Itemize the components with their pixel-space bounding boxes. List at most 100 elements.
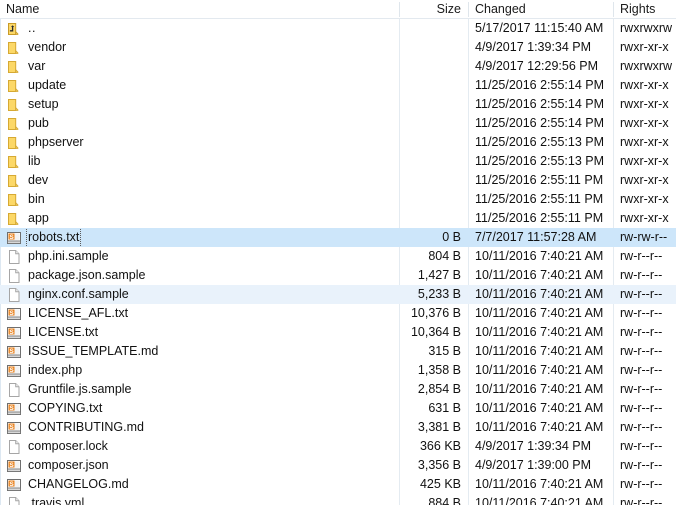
- file-rights-label: rw-r--r--: [620, 477, 663, 491]
- file-changed-label: 10/11/2016 7:40:21 AM: [475, 325, 604, 339]
- file-row-changed-cell: 10/11/2016 7:40:21 AM: [468, 266, 613, 285]
- file-row-name-cell[interactable]: composer.lock: [0, 437, 399, 456]
- file-row-size-cell: 315 B: [399, 342, 468, 361]
- file-row[interactable]: S ISSUE_TEMPLATE.md 315 B 10/11/2016 7:40:2…: [0, 342, 676, 361]
- file-row-size-cell: [399, 19, 468, 38]
- file-row[interactable]: Sindex.php 1,358 B 10/11/2016 7:40:21 AM rw…: [0, 361, 676, 380]
- file-row-size-cell: [399, 133, 468, 152]
- file-row[interactable]: S LICENSE.txt 10,364 B 10/11/2016 7:40:21 A…: [0, 323, 676, 342]
- file-row-name-cell[interactable]: S COPYING.txt: [0, 399, 399, 418]
- file-row-size-cell: [399, 95, 468, 114]
- file-row[interactable]: Gruntfile.js.sample 2,854 B 10/11/2016 7:4…: [0, 380, 676, 399]
- file-row[interactable]: setup 11/25/2016 2:55:14 PM rwxr-xr-x: [0, 95, 676, 114]
- file-row-rights-cell: rw-r--r--: [613, 361, 676, 380]
- file-row-name-cell[interactable]: lib: [0, 152, 399, 171]
- file-rights-label: rw-r--r--: [620, 496, 663, 505]
- file-row[interactable]: S CONTRIBUTING.md 3,381 B 10/11/2016 7:40:2…: [0, 418, 676, 437]
- file-row-name-cell[interactable]: S ISSUE_TEMPLATE.md: [0, 342, 399, 361]
- file-row-name-cell[interactable]: setup: [0, 95, 399, 114]
- file-row-rights-cell: rwxr-xr-x: [613, 171, 676, 190]
- file-row-name-cell[interactable]: S LICENSE.txt: [0, 323, 399, 342]
- file-rights-label: rw-r--r--: [620, 420, 663, 434]
- file-row[interactable]: dev 11/25/2016 2:55:11 PM rwxr-xr-x: [0, 171, 676, 190]
- file-row-changed-cell: 4/9/2017 1:39:34 PM: [468, 38, 613, 57]
- folder-icon: [6, 211, 22, 227]
- file-row-name-cell[interactable]: Sindex.php: [0, 361, 399, 380]
- file-row[interactable]: S COPYING.txt 631 B 10/11/2016 7:40:21 AM rw…: [0, 399, 676, 418]
- file-row[interactable]: app 11/25/2016 2:55:11 PM rwxr-xr-x: [0, 209, 676, 228]
- folder-icon: [6, 97, 22, 113]
- folder-icon: [6, 116, 22, 132]
- file-row[interactable]: nginx.conf.sample 5,233 B 10/11/2016 7:40:…: [0, 285, 676, 304]
- file-size-label: 425 KB: [419, 477, 461, 491]
- file-rights-label: rwxr-xr-x: [620, 78, 669, 92]
- file-name-label: dev: [28, 173, 49, 187]
- file-row-name-cell[interactable]: dev: [0, 171, 399, 190]
- file-row[interactable]: composer.lock 366 KB 4/9/2017 1:39:34 PM rw…: [0, 437, 676, 456]
- file-name-label: nginx.conf.sample: [28, 287, 129, 301]
- file-row[interactable]: .. 5/17/2017 11:15:40 AM rwxrwxrw: [0, 19, 676, 38]
- file-row[interactable]: .travis.yml 884 B 10/11/2016 7:40:21 AM rw-…: [0, 494, 676, 505]
- file-row-name-cell[interactable]: S LICENSE_AFL.txt: [0, 304, 399, 323]
- folder-icon: [6, 40, 22, 56]
- column-header-changed[interactable]: Changed: [468, 0, 613, 19]
- file-row-name-cell[interactable]: bin: [0, 190, 399, 209]
- file-row[interactable]: var 4/9/2017 12:29:56 PM rwxrwxrw: [0, 57, 676, 76]
- file-row-name-cell[interactable]: package.json.sample: [0, 266, 399, 285]
- file-rights-label: rwxr-xr-x: [620, 192, 669, 206]
- column-header-name[interactable]: Name: [0, 0, 399, 19]
- file-row-name-cell[interactable]: update: [0, 76, 399, 95]
- file-row[interactable]: Scomposer.json 3,356 B 4/9/2017 1:39:00 PM…: [0, 456, 676, 475]
- column-header-row: Name Size Changed Rights: [0, 0, 676, 19]
- file-row-name-cell[interactable]: Gruntfile.js.sample: [0, 380, 399, 399]
- file-row[interactable]: Srobots.txt 0 B 7/7/2017 11:57:28 AM rw-rw-…: [0, 228, 676, 247]
- file-row-name-cell[interactable]: vendor: [0, 38, 399, 57]
- file-row-size-cell: 1,358 B: [399, 361, 468, 380]
- file-row-name-cell[interactable]: Scomposer.json: [0, 456, 399, 475]
- file-row-name-cell[interactable]: ..: [0, 19, 399, 38]
- file-row-name-cell[interactable]: S CONTRIBUTING.md: [0, 418, 399, 437]
- file-row[interactable]: package.json.sample 1,427 B 10/11/2016 7:4…: [0, 266, 676, 285]
- file-row-name-cell[interactable]: .travis.yml: [0, 494, 399, 505]
- file-row-name-cell[interactable]: Srobots.txt: [0, 228, 399, 247]
- file-row[interactable]: bin 11/25/2016 2:55:11 PM rwxr-xr-x: [0, 190, 676, 209]
- file-row[interactable]: php.ini.sample 804 B 10/11/2016 7:40:21 AM…: [0, 247, 676, 266]
- file-row-changed-cell: 10/11/2016 7:40:21 AM: [468, 418, 613, 437]
- file-row[interactable]: pub 11/25/2016 2:55:14 PM rwxr-xr-x: [0, 114, 676, 133]
- file-row-name-cell[interactable]: php.ini.sample: [0, 247, 399, 266]
- file-name-label: composer.lock: [28, 439, 108, 453]
- file-size-label: 631 B: [428, 401, 461, 415]
- file-row[interactable]: lib 11/25/2016 2:55:13 PM rwxr-xr-x: [0, 152, 676, 171]
- file-name-label: LICENSE.txt: [28, 325, 99, 339]
- file-name-label: COPYING.txt: [28, 401, 103, 415]
- svg-text:S: S: [9, 328, 14, 335]
- file-row[interactable]: vendor 4/9/2017 1:39:34 PM rwxr-xr-x: [0, 38, 676, 57]
- file-row-rights-cell: rw-r--r--: [613, 475, 676, 494]
- file-row-name-cell[interactable]: nginx.conf.sample: [0, 285, 399, 304]
- file-row[interactable]: S LICENSE_AFL.txt 10,376 B 10/11/2016 7:40:…: [0, 304, 676, 323]
- file-row-rights-cell: rwxr-xr-x: [613, 114, 676, 133]
- file-row[interactable]: update 11/25/2016 2:55:14 PM rwxr-xr-x: [0, 76, 676, 95]
- file-name-label: setup: [28, 97, 59, 111]
- file-size-label: 10,376 B: [410, 306, 461, 320]
- file-name-label: update: [28, 78, 67, 92]
- file-row-name-cell[interactable]: pub: [0, 114, 399, 133]
- svg-text:S: S: [9, 309, 14, 316]
- file-row-name-cell[interactable]: S CHANGELOG.md: [0, 475, 399, 494]
- file-name-label: pub: [28, 116, 49, 130]
- file-rights-label: rwxr-xr-x: [620, 135, 669, 149]
- column-header-size[interactable]: Size: [399, 0, 468, 19]
- file-row[interactable]: S CHANGELOG.md 425 KB 10/11/2016 7:40:21 AM…: [0, 475, 676, 494]
- file-row-rights-cell: rwxr-xr-x: [613, 76, 676, 95]
- file-row-name-cell[interactable]: var: [0, 57, 399, 76]
- file-row-changed-cell: 10/11/2016 7:40:21 AM: [468, 323, 613, 342]
- file-row[interactable]: phpserver 11/25/2016 2:55:13 PM rwxr-xr-x: [0, 133, 676, 152]
- file-row-rights-cell: rw-r--r--: [613, 437, 676, 456]
- file-row-changed-cell: 4/9/2017 1:39:00 PM: [468, 456, 613, 475]
- column-header-rights[interactable]: Rights: [613, 0, 676, 19]
- file-row-rights-cell: rwxr-xr-x: [613, 190, 676, 209]
- file-row-name-cell[interactable]: phpserver: [0, 133, 399, 152]
- text-file-icon: S: [6, 363, 22, 379]
- file-changed-label: 4/9/2017 1:39:34 PM: [475, 439, 592, 453]
- file-row-name-cell[interactable]: app: [0, 209, 399, 228]
